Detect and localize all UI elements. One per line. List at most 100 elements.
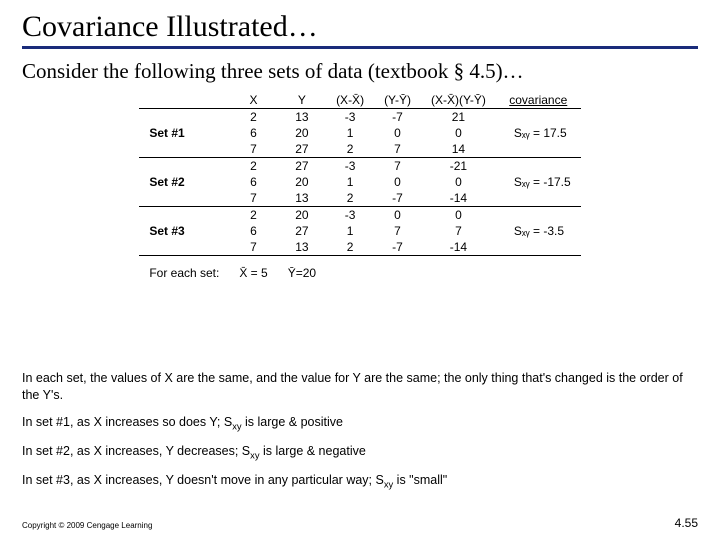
set-label bbox=[139, 109, 229, 126]
table-row: 2 27 -3 7 -21 bbox=[139, 158, 580, 175]
cell-x: 7 bbox=[229, 239, 277, 256]
cell-cov bbox=[496, 239, 581, 256]
cell-x: 2 bbox=[229, 109, 277, 126]
cell-yd: 0 bbox=[374, 207, 421, 224]
cell-p: -14 bbox=[421, 239, 496, 256]
cell-x: 2 bbox=[229, 207, 277, 224]
cell-y: 20 bbox=[278, 207, 326, 224]
page-number: 4.55 bbox=[675, 516, 698, 530]
means-label: For each set: bbox=[139, 256, 229, 282]
note-4: In set #3, as X increases, Y doesn't mov… bbox=[22, 472, 698, 491]
notes: In each set, the values of X are the sam… bbox=[22, 370, 698, 501]
header-y: Y bbox=[278, 92, 326, 109]
cell-xd: 2 bbox=[326, 141, 374, 158]
set-1: 2 13 -3 -7 21 Set #1 6 20 1 0 0 Sₓᵧ = 17… bbox=[139, 109, 580, 158]
set-label bbox=[139, 207, 229, 224]
cell-yd: 0 bbox=[374, 174, 421, 190]
page-title: Covariance Illustrated… bbox=[22, 10, 698, 49]
cell-xd: 1 bbox=[326, 223, 374, 239]
means-blank bbox=[326, 256, 581, 282]
cell-p: 21 bbox=[421, 109, 496, 126]
table-row: 2 13 -3 -7 21 bbox=[139, 109, 580, 126]
header-prod: (X-X̄)(Y-Ȳ) bbox=[421, 92, 496, 109]
set-label: Set #1 bbox=[139, 125, 229, 141]
cell-y: 27 bbox=[278, 223, 326, 239]
cell-yd: -7 bbox=[374, 109, 421, 126]
data-table: X Y (X-X̄) (Y-Ȳ) (X-X̄)(Y-Ȳ) covariance … bbox=[139, 92, 580, 281]
cell-p: 7 bbox=[421, 223, 496, 239]
set-label: Set #3 bbox=[139, 223, 229, 239]
note-4a: In set #3, as X increases, Y doesn't mov… bbox=[22, 473, 384, 487]
note-2b: is large & positive bbox=[242, 415, 343, 429]
cell-y: 27 bbox=[278, 158, 326, 175]
cell-y: 20 bbox=[278, 125, 326, 141]
table-row: Set #1 6 20 1 0 0 Sₓᵧ = 17.5 bbox=[139, 125, 580, 141]
note-3-sub: xy bbox=[250, 450, 259, 460]
note-3b: is large & negative bbox=[260, 444, 366, 458]
set-3: 2 20 -3 0 0 Set #3 6 27 1 7 7 Sₓᵧ = -3.5 bbox=[139, 207, 580, 256]
table-row: 7 27 2 7 14 bbox=[139, 141, 580, 158]
cell-xd: 2 bbox=[326, 239, 374, 256]
cell-x: 7 bbox=[229, 141, 277, 158]
cell-cov bbox=[496, 158, 581, 175]
cell-x: 6 bbox=[229, 125, 277, 141]
header-xdev: (X-X̄) bbox=[326, 92, 374, 109]
cell-y: 27 bbox=[278, 141, 326, 158]
note-3a: In set #2, as X increases, Y decreases; … bbox=[22, 444, 250, 458]
means-y: Ȳ=20 bbox=[278, 256, 326, 282]
header-row: X Y (X-X̄) (Y-Ȳ) (X-X̄)(Y-Ȳ) covariance bbox=[139, 92, 580, 109]
cell-x: 7 bbox=[229, 190, 277, 207]
note-2: In set #1, as X increases so does Y; Sxy… bbox=[22, 414, 698, 433]
cell-cov: Sₓᵧ = 17.5 bbox=[496, 125, 581, 141]
cell-xd: 1 bbox=[326, 125, 374, 141]
note-3: In set #2, as X increases, Y decreases; … bbox=[22, 443, 698, 462]
table-row: 2 20 -3 0 0 bbox=[139, 207, 580, 224]
cell-yd: -7 bbox=[374, 190, 421, 207]
cell-xd: 2 bbox=[326, 190, 374, 207]
header-ydev: (Y-Ȳ) bbox=[374, 92, 421, 109]
cell-p: 0 bbox=[421, 174, 496, 190]
set-label: Set #2 bbox=[139, 174, 229, 190]
cell-y: 13 bbox=[278, 239, 326, 256]
cell-cov bbox=[496, 207, 581, 224]
table-row: 7 13 2 -7 -14 bbox=[139, 190, 580, 207]
cell-xd: -3 bbox=[326, 109, 374, 126]
cell-cov bbox=[496, 190, 581, 207]
table-row: Set #2 6 20 1 0 0 Sₓᵧ = -17.5 bbox=[139, 174, 580, 190]
data-table-wrap: X Y (X-X̄) (Y-Ȳ) (X-X̄)(Y-Ȳ) covariance … bbox=[22, 92, 698, 281]
cell-xd: -3 bbox=[326, 158, 374, 175]
set-label bbox=[139, 190, 229, 207]
cell-cov bbox=[496, 141, 581, 158]
set-2: 2 27 -3 7 -21 Set #2 6 20 1 0 0 Sₓᵧ = -1… bbox=[139, 158, 580, 207]
cell-p: 14 bbox=[421, 141, 496, 158]
cell-xd: -3 bbox=[326, 207, 374, 224]
means-row: For each set: X̄ = 5 Ȳ=20 bbox=[139, 256, 580, 282]
note-4b: is "small" bbox=[393, 473, 447, 487]
cell-yd: 0 bbox=[374, 125, 421, 141]
cell-p: -14 bbox=[421, 190, 496, 207]
means-x: X̄ = 5 bbox=[229, 256, 277, 282]
set-label bbox=[139, 158, 229, 175]
note-1: In each set, the values of X are the sam… bbox=[22, 370, 698, 404]
cell-p: 0 bbox=[421, 207, 496, 224]
cell-y: 13 bbox=[278, 109, 326, 126]
cell-yd: -7 bbox=[374, 239, 421, 256]
cell-cov: Sₓᵧ = -17.5 bbox=[496, 174, 581, 190]
cell-x: 2 bbox=[229, 158, 277, 175]
copyright: Copyright © 2009 Cengage Learning bbox=[22, 521, 152, 530]
set-label bbox=[139, 239, 229, 256]
cell-y: 20 bbox=[278, 174, 326, 190]
note-2-sub: xy bbox=[232, 421, 241, 431]
cell-yd: 7 bbox=[374, 223, 421, 239]
cell-yd: 7 bbox=[374, 158, 421, 175]
cell-cov: Sₓᵧ = -3.5 bbox=[496, 223, 581, 239]
note-2a: In set #1, as X increases so does Y; S bbox=[22, 415, 232, 429]
cell-x: 6 bbox=[229, 174, 277, 190]
cell-p: 0 bbox=[421, 125, 496, 141]
header-x: X bbox=[229, 92, 277, 109]
cell-yd: 7 bbox=[374, 141, 421, 158]
cell-cov bbox=[496, 109, 581, 126]
set-label bbox=[139, 141, 229, 158]
note-4-sub: xy bbox=[384, 480, 393, 490]
header-blank bbox=[139, 92, 229, 109]
